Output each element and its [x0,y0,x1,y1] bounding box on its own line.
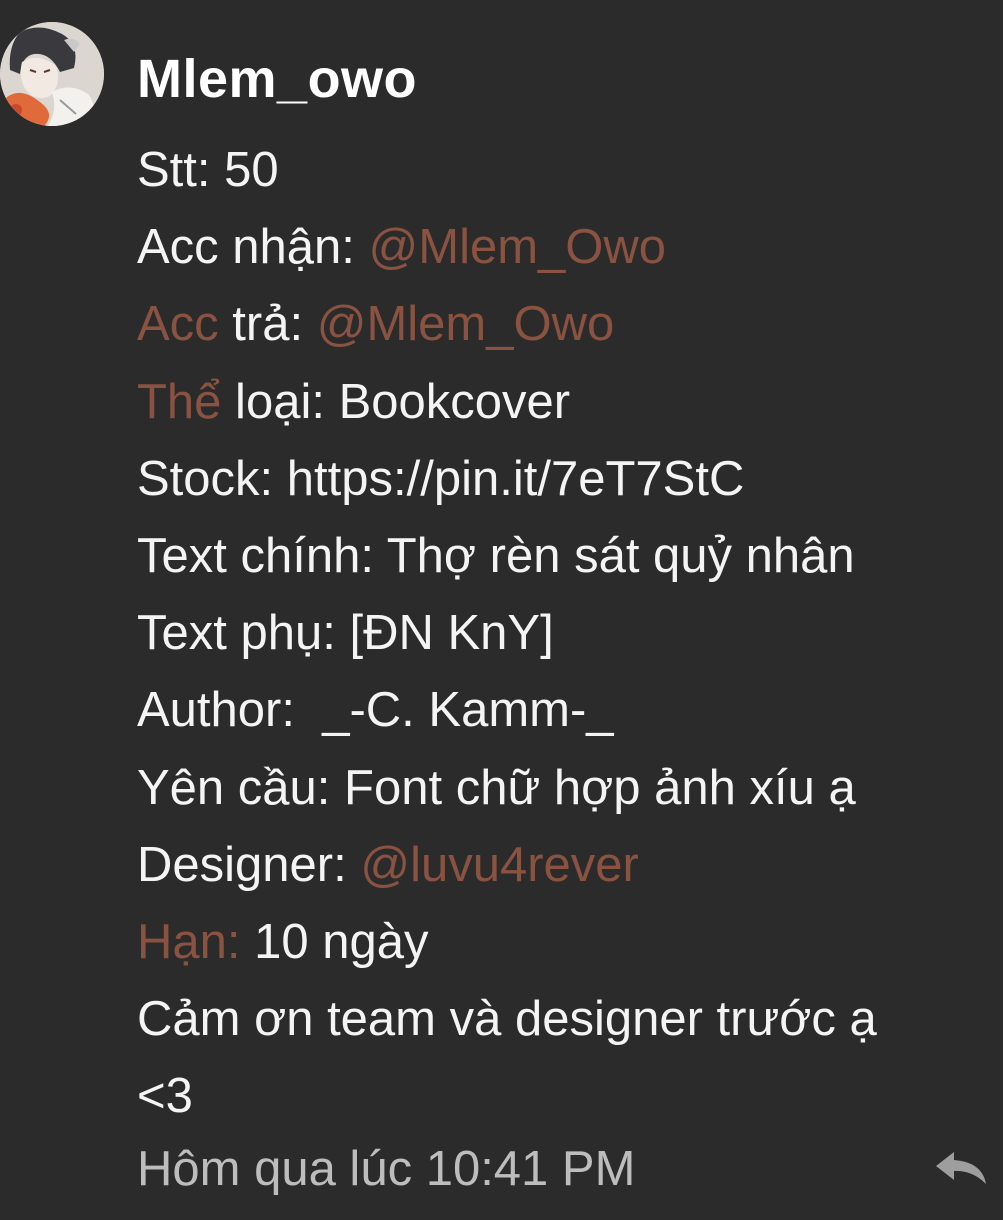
designer-label: Designer: [137,837,361,892]
yeu-cau-value: Font chữ hợp ảnh xíu ạ [344,760,856,815]
line-acc-nhan: Acc nhận: @Mlem_Owo [137,209,987,286]
line-thanks: Cảm ơn team và designer trước ạ [137,992,877,1047]
text-phu-value: [ĐN KnY] [349,606,554,661]
username[interactable]: Mlem_owo [137,44,417,114]
comment: Mlem_owo Stt: 50 Acc nhận: @Mlem_Owo Acc… [0,0,1003,1220]
line-text-phu: Text phụ: [ĐN KnY] [137,595,987,672]
the-loai-value: Bookcover [338,374,571,429]
avatar[interactable] [0,22,104,126]
reply-arrow-icon [936,1152,986,1184]
stt-value: 50 [210,143,279,197]
line-acc-tra: Acc trả: @Mlem_Owo [137,286,987,363]
text-phu-label: Text phụ: [137,606,350,661]
line-yeu-cau: Yên cầu: Font chữ hợp ảnh xíu ạ [137,750,987,827]
line-heart: <3 [137,1069,193,1124]
line-designer: Designer: @luvu4rever [137,827,987,904]
the-loai-label: loại: [221,374,339,429]
avatar-image [0,22,104,126]
acc-tra-mention[interactable]: @Mlem_Owo [317,297,615,351]
line-stt: Stt: 50 [137,132,987,209]
line-the-loai: Thể loại: Bookcover [137,364,987,441]
timestamp: Hôm qua lúc 10:41 PM [137,1142,636,1196]
reply-icon[interactable] [932,1148,990,1188]
stock-link[interactable]: https://pin.it/7eT7StC [287,452,745,506]
stock-label: Stock: [137,451,287,506]
han-label-highlight: Hạn: [137,914,241,969]
author-value: _-C. Kamm-_ [308,683,614,738]
line-text-chinh: Text chính: Thợ rèn sát quỷ nhân [137,518,987,595]
line-author: Author: _-C. Kamm-_ [137,672,987,749]
line-stock: Stock: https://pin.it/7eT7StC [137,441,987,518]
designer-mention[interactable]: @luvu4rever [360,838,639,892]
text-chinh-label: Text chính: [137,528,387,583]
author-label: Author: [137,683,309,738]
acc-nhan-label: Acc nhận: [137,220,369,275]
acc-tra-label-highlight: Acc [137,297,219,352]
yeu-cau-label: Yên cầu: [137,760,345,815]
stt-label: Stt: [137,143,211,197]
acc-tra-label: trả: [218,297,317,352]
acc-nhan-mention[interactable]: @Mlem_Owo [369,220,667,274]
the-loai-label-highlight: Thể [137,374,222,429]
line-han: Hạn: 10 ngày [137,904,987,981]
comment-body: Stt: 50 Acc nhận: @Mlem_Owo Acc trả: @Ml… [137,132,987,1135]
text-chinh-value: Thợ rèn sát quỷ nhân [386,528,855,583]
han-value: 10 ngày [240,914,429,969]
